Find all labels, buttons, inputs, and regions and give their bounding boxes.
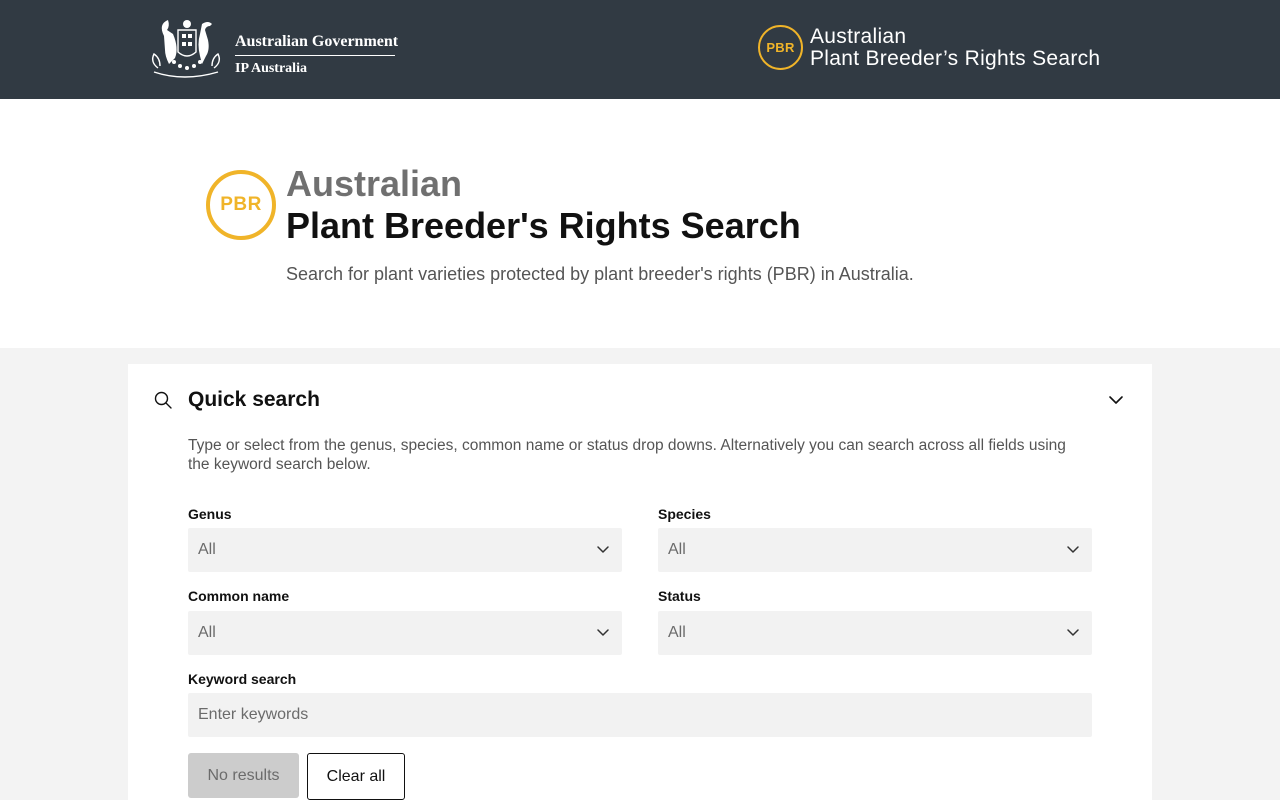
agency-name: IP Australia <box>235 61 307 76</box>
brand-line-1: Australian <box>810 25 907 48</box>
page-title: Plant Breeder's Rights Search <box>286 205 801 246</box>
hero-title-line-1: Australian <box>286 163 463 204</box>
chevron-down-icon <box>597 546 609 553</box>
keyword-search-label: Keyword search <box>188 671 297 687</box>
genus-label: Genus <box>188 506 232 522</box>
pbr-header-brand[interactable]: PBR Australian Plant Breeder’s Rights Se… <box>758 25 1138 73</box>
status-select[interactable]: All <box>658 611 1092 655</box>
status-label: Status <box>658 588 701 604</box>
species-label: Species <box>658 506 711 522</box>
search-icon <box>154 391 172 409</box>
pbr-badge-icon: PBR <box>758 25 803 70</box>
genus-select[interactable]: All <box>188 528 622 572</box>
chevron-down-icon <box>1067 629 1079 636</box>
quick-search-header[interactable]: Quick search <box>128 364 1152 436</box>
chevron-down-icon <box>1067 546 1079 553</box>
status-value: All <box>668 624 686 641</box>
chevron-up-icon[interactable] <box>1108 394 1124 406</box>
species-select[interactable]: All <box>658 528 1092 572</box>
site-header: Australian Government IP Australia PBR A… <box>0 0 1280 99</box>
clear-all-button[interactable]: Clear all <box>307 753 405 800</box>
species-value: All <box>668 541 686 558</box>
no-results-button[interactable]: No results <box>188 753 299 798</box>
australian-government-logo[interactable]: Australian Government IP Australia <box>144 16 398 80</box>
quick-search-description: Type or select from the genus, species, … <box>188 437 1066 473</box>
pbr-badge-icon: PBR <box>206 170 276 240</box>
genus-value: All <box>198 541 216 558</box>
quick-search-title: Quick search <box>188 388 320 411</box>
common-name-value: All <box>198 624 216 641</box>
gov-name: Australian Government <box>235 32 398 56</box>
hero-subtitle: Search for plant varieties protected by … <box>286 264 914 284</box>
keyword-search-input[interactable] <box>188 693 1092 737</box>
common-name-select[interactable]: All <box>188 611 622 655</box>
hero-section: PBR Australian Plant Breeder's Rights Se… <box>0 99 1280 348</box>
chevron-down-icon <box>597 629 609 636</box>
quick-search-panel: Quick search Type or select from the gen… <box>128 364 1152 800</box>
brand-line-2: Plant Breeder’s Rights Search <box>810 47 1101 70</box>
coat-of-arms-icon <box>151 20 221 78</box>
gov-wordmark: Australian Government IP Australia <box>235 32 398 78</box>
common-name-label: Common name <box>188 588 290 604</box>
